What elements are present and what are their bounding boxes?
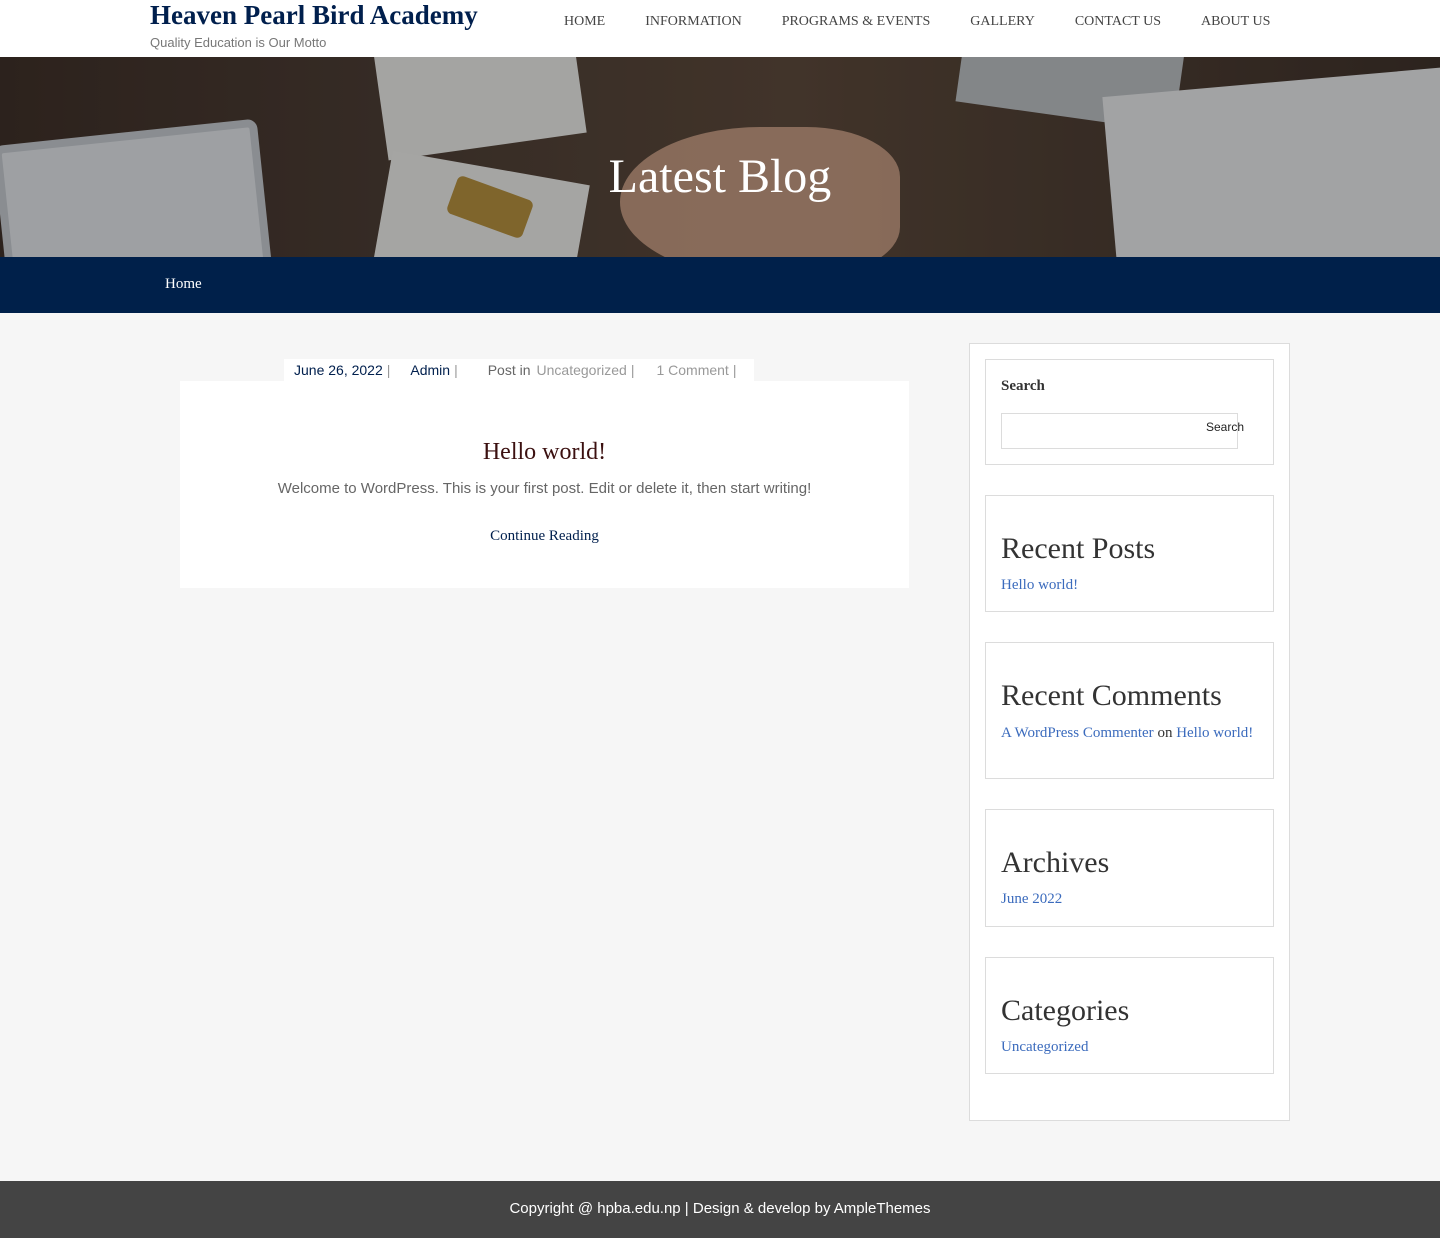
breadcrumb-home-link[interactable]: Home (165, 276, 202, 293)
recent-comments-widget: Recent Comments A WordPress Commenter on… (985, 642, 1274, 779)
post-card: Hello world! Welcome to WordPress. This … (180, 381, 909, 588)
recent-post-link[interactable]: Hello world! (1001, 577, 1078, 593)
comment-post-link[interactable]: Hello world! (1176, 725, 1253, 741)
post-category-link[interactable]: Uncategorized (537, 362, 627, 378)
hero-banner: Latest Blog (0, 57, 1440, 257)
archives-widget: Archives June 2022 (985, 809, 1274, 927)
site-header: Heaven Pearl Bird Academy Quality Educat… (0, 0, 1440, 57)
nav-item-contact-us[interactable]: CONTACT US (1075, 14, 1161, 30)
search-input[interactable] (1001, 413, 1238, 449)
nav-item-home[interactable]: HOME (564, 14, 605, 30)
hero-title: Latest Blog (608, 150, 832, 203)
categories-widget: Categories Uncategorized (985, 957, 1274, 1074)
continue-reading-link[interactable]: Continue Reading (180, 528, 909, 545)
recent-posts-title: Recent Posts (1001, 532, 1156, 565)
post-excerpt: Welcome to WordPress. This is your first… (277, 480, 812, 497)
category-link[interactable]: Uncategorized (1001, 1039, 1088, 1055)
recent-comments-title: Recent Comments (1001, 679, 1222, 712)
site-title[interactable]: Heaven Pearl Bird Academy (150, 0, 478, 30)
meta-divider: | (454, 362, 458, 378)
comment-on-text: on (1157, 725, 1173, 741)
post-in-label: Post in (487, 362, 531, 378)
meta-divider: | (386, 362, 391, 378)
meta-divider: | (732, 362, 737, 378)
categories-title: Categories (1001, 994, 1130, 1027)
site-tagline: Quality Education is Our Motto (150, 35, 327, 50)
post-comments-link[interactable]: 1 Comment (656, 362, 728, 378)
nav-item-programs-events[interactable]: PROGRAMS & EVENTS (782, 14, 931, 30)
site-footer: Copyright @ hpba.edu.np | Design & devel… (0, 1181, 1440, 1238)
archive-link[interactable]: June 2022 (1001, 891, 1062, 907)
post-date-link[interactable]: June 26, 2022 (294, 362, 383, 378)
nav-item-about-us[interactable]: ABOUT US (1201, 14, 1270, 30)
footer-copyright: Copyright @ hpba.edu.np | Design & devel… (509, 1200, 931, 1217)
post-meta: June 26, 2022 | Admin | Post in Uncatego… (284, 359, 755, 381)
search-button[interactable]: Search (1206, 420, 1244, 434)
breadcrumb: Home (0, 257, 1440, 313)
search-widget-title: Search (1001, 378, 1045, 394)
recent-posts-widget: Recent Posts Hello world! (985, 495, 1274, 612)
post-title-link[interactable]: Hello world! (180, 439, 909, 466)
meta-divider: | (630, 362, 635, 378)
sidebar: Search Search Recent Posts Hello world! … (969, 343, 1290, 1121)
main-nav: HOME INFORMATION PROGRAMS & EVENTS GALLE… (564, 14, 1270, 30)
comment-author-link[interactable]: A WordPress Commenter (1001, 725, 1154, 741)
archives-title: Archives (1001, 846, 1110, 879)
recent-comment-item: A WordPress Commenter on Hello world! (1001, 725, 1253, 742)
post-author-link[interactable]: Admin (410, 362, 450, 378)
nav-item-information[interactable]: INFORMATION (645, 14, 741, 30)
search-widget: Search Search (985, 359, 1274, 465)
nav-item-gallery[interactable]: GALLERY (970, 14, 1035, 30)
